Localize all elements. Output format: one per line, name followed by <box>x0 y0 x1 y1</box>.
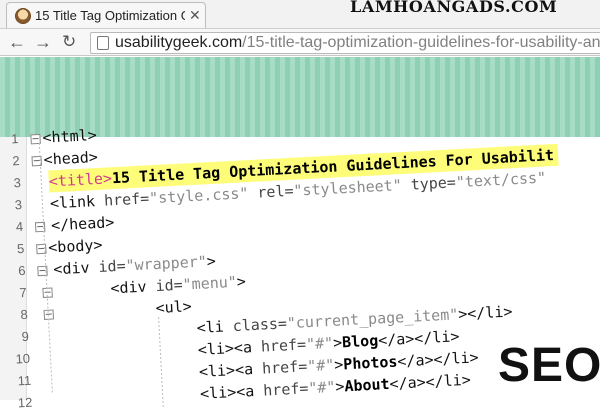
title-open-tag: <title> <box>48 169 113 191</box>
indent-guide <box>158 316 164 407</box>
line-number: 8 <box>20 306 29 323</box>
line-number: 2 <box>12 153 21 169</box>
line-number: 3 <box>14 196 23 213</box>
reload-icon[interactable]: ↻ <box>62 32 76 52</box>
arrow-right-icon[interactable]: → <box>34 32 52 52</box>
url-domain: usabilitygeek.com <box>115 34 243 51</box>
arrow-left-icon[interactable]: ← <box>8 32 26 52</box>
code-line: 8 <ul> <box>9 297 192 327</box>
tab-strip: 15 Title Tag Optimization G ✕ LAMHOANGAD… <box>0 0 600 28</box>
code-line: 12 <li><a href="#">About</a></li> <box>14 371 472 415</box>
tab-title: 15 Title Tag Optimization G <box>35 8 185 23</box>
line-number: 5 <box>16 240 25 257</box>
url-path: /15-title-tag-optimization-guidelines-fo… <box>242 34 600 51</box>
watermark: LAMHOANGADS.COM <box>350 0 558 16</box>
line-number: 11 <box>17 372 32 389</box>
browser-chrome: 15 Title Tag Optimization G ✕ LAMHOANGAD… <box>0 0 600 56</box>
page-icon <box>97 36 109 50</box>
line-number: 1 <box>10 131 19 147</box>
line-number: 7 <box>18 284 27 301</box>
url-text: usabilitygeek.com/15-title-tag-optimizat… <box>115 34 600 52</box>
line-number: 12 <box>17 394 33 411</box>
code-text: <head> <box>43 147 99 169</box>
address-bar[interactable]: usabilitygeek.com/15-title-tag-optimizat… <box>90 32 600 54</box>
code-line: 3 <link href="style.css" rel="stylesheet… <box>3 169 546 217</box>
code-line: 1 <html> <box>0 126 97 151</box>
line-number: 9 <box>21 328 30 345</box>
code-line: 3 <title>15 Title Tag Optimization Guide… <box>2 143 559 195</box>
code-text: </head> <box>50 213 115 235</box>
line-number: 6 <box>17 262 26 279</box>
code-line: 5 <body> <box>6 236 103 261</box>
toolbar: ← → ↻ usabilitygeek.com/15-title-tag-opt… <box>0 28 600 56</box>
line-number: 10 <box>15 350 31 367</box>
seo-badge: SEO <box>498 339 600 392</box>
avatar-favicon-icon <box>15 8 31 24</box>
code-text: <body> <box>47 235 103 257</box>
code-line: 10 <li><a href="#">Blog</a></li> <box>12 327 460 371</box>
code-line: 11 <li><a href="#">Photos</a></li> <box>13 348 479 393</box>
line-number: 3 <box>13 174 22 191</box>
browser-tab[interactable]: 15 Title Tag Optimization G ✕ <box>6 2 206 28</box>
code-line: 7 <div id="menu"> <box>8 272 246 305</box>
close-icon[interactable]: ✕ <box>189 7 201 24</box>
code-text: <ul> <box>155 297 193 318</box>
line-number: 4 <box>15 218 24 235</box>
code-line: 4 </head> <box>5 213 115 239</box>
code-line: 2 <head> <box>1 148 98 173</box>
code-line: 9 <li class="current_page_item"></li> <box>10 302 513 349</box>
code-text: <html> <box>42 125 98 147</box>
code-line: 6 <div id="wrapper"> <box>7 252 216 283</box>
